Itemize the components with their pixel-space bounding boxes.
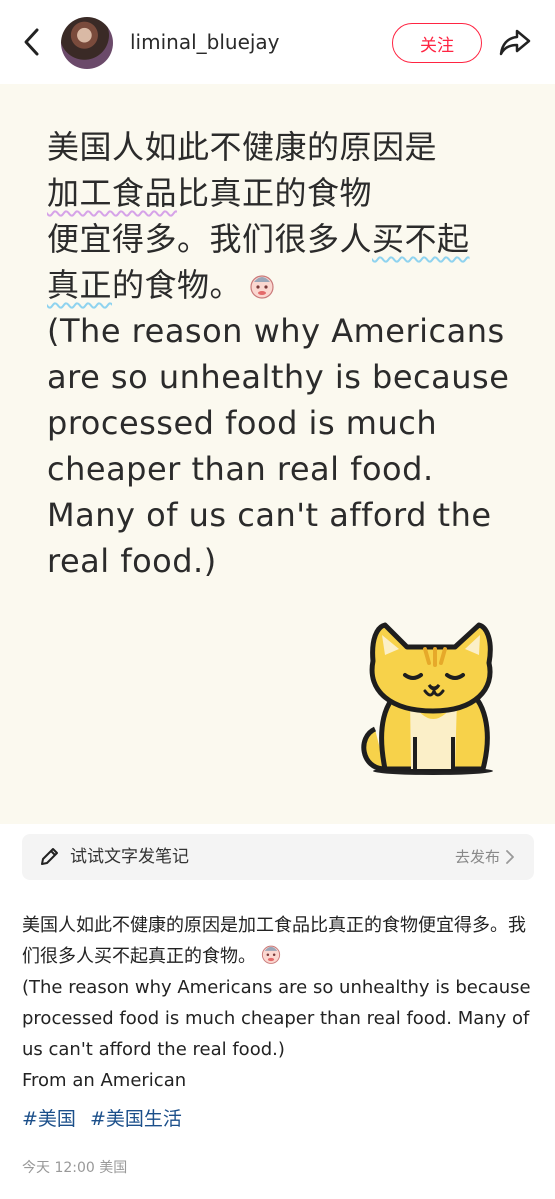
image-zh-fragment: 的食物。 [112, 266, 243, 304]
chevron-left-icon [24, 28, 39, 56]
top-bar: liminal_bluejay 关注 [0, 0, 555, 84]
try-text-note-bar[interactable]: 试试文字发笔记 去发布 [22, 834, 534, 880]
post-description: 美国人如此不健康的原因是加工食品比真正的食物便宜得多。我们很多人买不起真正的食物… [22, 910, 532, 1096]
sick-face-emoji-icon [250, 275, 274, 299]
hashtag-link[interactable]: #美国 [22, 1108, 76, 1130]
share-button[interactable] [495, 24, 535, 60]
post-text-zh: 美国人如此不健康的原因是加工食品比真正的食物便宜得多。我们很多人买不起真正的食物… [22, 910, 532, 972]
image-zh-line: 美国人如此不健康的原因是 [47, 128, 438, 166]
hashtags: #美国 #美国生活 [22, 1104, 190, 1134]
image-en-line: Many of us can't afford the [47, 496, 492, 534]
share-icon [499, 29, 531, 56]
image-en-line: (The reason why Americans [47, 312, 505, 350]
hashtag-link[interactable]: #美国生活 [90, 1108, 182, 1130]
image-zh-line: 真正的食物。 [47, 262, 527, 308]
post-meta: 今天 12:00 美国 [22, 1160, 128, 1176]
back-button[interactable] [16, 24, 48, 60]
try-bar-label: 试试文字发笔记 [70, 847, 189, 867]
image-zh-fragment: 便宜得多。我们很多人 [47, 220, 373, 258]
post-signature: From an American [22, 1070, 187, 1091]
chevron-right-icon [506, 850, 514, 864]
image-en-line: processed food is much [47, 404, 438, 442]
pencil-icon [41, 848, 58, 865]
username[interactable]: liminal_bluejay [130, 28, 280, 56]
cat-illustration-icon [361, 622, 493, 775]
go-publish-link[interactable]: 去发布 [455, 846, 500, 868]
image-zh-line: 便宜得多。我们很多人买不起 [47, 216, 527, 262]
image-en-line: cheaper than real food. [47, 450, 434, 488]
image-zh-fragment: 比真正的食物 [177, 174, 373, 212]
underlined-phrase: 买不起 [372, 220, 470, 258]
underlined-phrase: 加工食品 [47, 174, 178, 212]
image-text: 美国人如此不健康的原因是 加工食品比真正的食物 便宜得多。我们很多人买不起 真正… [47, 124, 527, 584]
avatar[interactable] [61, 17, 113, 69]
follow-button[interactable]: 关注 [392, 23, 482, 63]
image-en-line: are so unhealthy is because [47, 358, 510, 396]
image-en-line: real food.) [47, 542, 217, 580]
sick-face-emoji-icon [261, 945, 281, 964]
post-text-en: (The reason why Americans are so unhealt… [22, 977, 531, 1060]
underlined-phrase: 真正 [47, 266, 113, 304]
post-image[interactable]: 美国人如此不健康的原因是 加工食品比真正的食物 便宜得多。我们很多人买不起 真正… [0, 84, 555, 824]
image-zh-line: 加工食品比真正的食物 [47, 170, 527, 216]
